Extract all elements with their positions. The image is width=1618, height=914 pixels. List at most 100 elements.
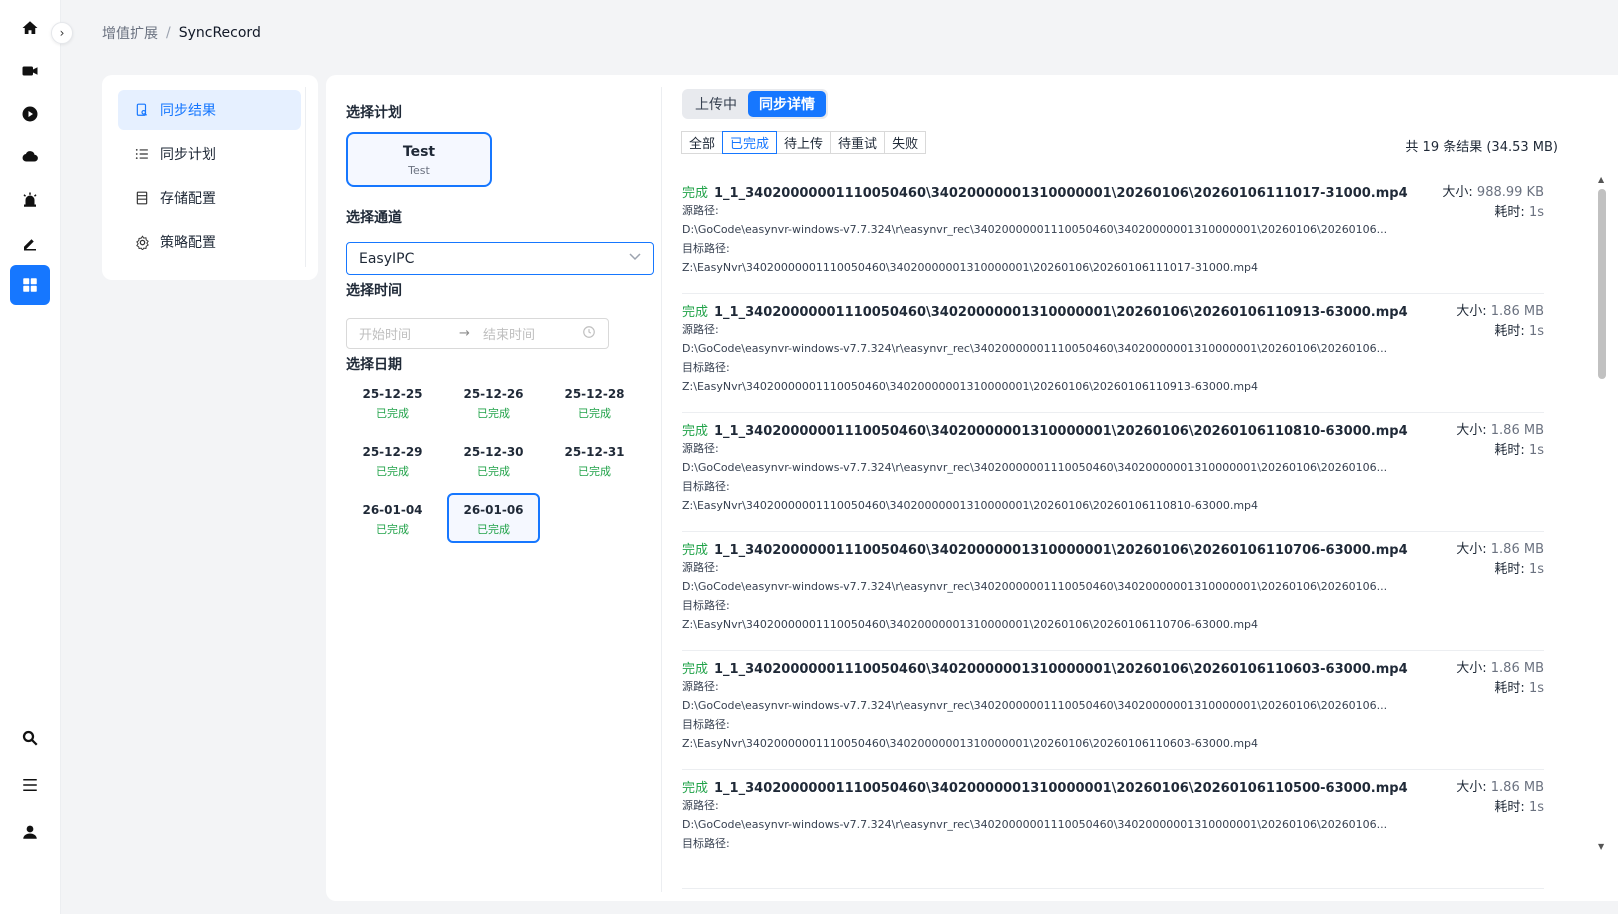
list-scrollbar[interactable]: ▲ ▼ [1598, 175, 1606, 851]
dst-path: Z:\EasyNvr\34020000001110050460\34020000… [682, 618, 1259, 631]
record-title: 完成 1_1_34020000001110050460\3402000000131… [682, 420, 1544, 439]
menu-item-label: 存储配置 [160, 191, 216, 207]
dst-path: Z:\EasyNvr\34020000001110050460\34020000… [682, 380, 1259, 393]
record-title: 完成 1_1_34020000001110050460\3402000000131… [682, 539, 1544, 558]
menu-item-policy-config[interactable]: 策略配置 [118, 222, 301, 262]
plan-card[interactable]: Test Test [346, 132, 492, 187]
dst-path: Z:\EasyNvr\34020000001110050460\34020000… [682, 261, 1259, 274]
filter-completed[interactable]: 已完成 [722, 131, 778, 154]
date-value: 25-12-25 [362, 387, 423, 401]
record-name: 1_1_34020000001110050460\340200000013100… [714, 662, 1408, 677]
list-item[interactable]: 完成 1_1_34020000001110050460\3402000000131… [682, 532, 1544, 651]
date-status: 已完成 [376, 523, 409, 536]
tab-sync-detail[interactable]: 同步详情 [748, 91, 826, 117]
record-size: 1.86 MB [1490, 423, 1544, 438]
video-icon[interactable] [10, 51, 50, 91]
cloud-icon[interactable] [10, 137, 50, 177]
src-label: 源路径: [682, 799, 719, 812]
record-size: 1.86 MB [1490, 542, 1544, 557]
dst-label: 目标路径: [682, 361, 730, 374]
plan-label: 选择计划 [346, 105, 402, 121]
filter-failed[interactable]: 失败 [884, 131, 927, 154]
date-cell[interactable]: 25-12-30 已完成 [447, 435, 540, 485]
breadcrumb-parent[interactable]: 增值扩展 [102, 23, 158, 43]
date-cell[interactable]: 25-12-29 已完成 [346, 435, 439, 485]
src-label: 源路径: [682, 204, 719, 217]
scrollbar-thumb[interactable] [1598, 189, 1606, 379]
src-path: D:\GoCode\easynvr-windows-v7.7.324\r\eas… [682, 461, 1388, 474]
duration-label: 耗时: [1494, 681, 1525, 696]
menu-divider [305, 87, 306, 267]
record-size: 988.99 KB [1476, 185, 1544, 200]
menu-item-label: 同步计划 [160, 147, 216, 163]
record-status: 完成 [682, 424, 709, 439]
user-icon[interactable] [10, 812, 50, 852]
breadcrumb: 增值扩展 / SyncRecord [102, 23, 261, 43]
filter-pending-upload[interactable]: 待上传 [776, 131, 832, 154]
duration-label: 耗时: [1494, 562, 1525, 577]
dst-path: Z:\EasyNvr\34020000001110050460\34020000… [682, 499, 1259, 512]
dst-label: 目标路径: [682, 242, 730, 255]
list-item[interactable]: 完成 1_1_34020000001110050460\3402000000131… [682, 413, 1544, 532]
time-start-input[interactable]: 开始时间 [359, 324, 459, 343]
alarm-icon[interactable] [10, 180, 50, 220]
menu-item-storage-config[interactable]: 存储配置 [118, 178, 301, 218]
icon-rail [0, 0, 61, 914]
sub-menu: 同步结果 同步计划 存储配置 策略配置 [102, 75, 318, 280]
size-label: 大小: [1456, 304, 1487, 319]
scroll-up-icon[interactable]: ▲ [1598, 175, 1604, 184]
record-title: 完成 1_1_34020000001110050460\3402000000131… [682, 301, 1544, 320]
date-cell[interactable]: 25-12-25 已完成 [346, 377, 439, 427]
src-path: D:\GoCode\easynvr-windows-v7.7.324\r\eas… [682, 223, 1388, 236]
channel-select[interactable]: EasyIPC [346, 242, 654, 275]
record-meta: 大小: 1.86 MB 耗时: 1s [1456, 778, 1544, 818]
result-total: 共 19 条结果 (34.53 MB) [1405, 140, 1558, 155]
date-cell[interactable]: 25-12-31 已完成 [548, 435, 641, 485]
time-end-input[interactable]: 结束时间 [483, 324, 582, 343]
date-cell[interactable]: 25-12-28 已完成 [548, 377, 641, 427]
filter-all[interactable]: 全部 [681, 131, 724, 154]
record-meta: 大小: 1.86 MB 耗时: 1s [1456, 302, 1544, 342]
expand-sidebar-button[interactable]: › [51, 22, 73, 44]
src-path: D:\GoCode\easynvr-windows-v7.7.324\r\eas… [682, 699, 1388, 712]
status-filter-group: 全部 已完成 待上传 待重试 失败 [681, 131, 927, 154]
list-item[interactable]: 完成 1_1_34020000001110050460\3402000000131… [682, 175, 1544, 294]
menu-item-sync-plan[interactable]: 同步计划 [118, 134, 301, 174]
duration-label: 耗时: [1494, 800, 1525, 815]
time-range-picker[interactable]: 开始时间 → 结束时间 [346, 318, 609, 349]
tab-uploading[interactable]: 上传中 [684, 91, 748, 117]
scroll-down-icon[interactable]: ▼ [1598, 842, 1604, 851]
apps-icon[interactable] [10, 265, 50, 305]
record-title: 完成 1_1_34020000001110050460\3402000000131… [682, 777, 1544, 796]
date-cell-selected[interactable]: 26-01-06 已完成 [447, 493, 540, 543]
date-status: 已完成 [578, 407, 611, 420]
record-meta: 大小: 1.86 MB 耗时: 1s [1456, 540, 1544, 580]
duration-label: 耗时: [1494, 443, 1525, 458]
menu-item-sync-result[interactable]: 同步结果 [118, 90, 301, 130]
src-label: 源路径: [682, 323, 719, 336]
date-cell[interactable]: 26-01-04 已完成 [346, 493, 439, 543]
dst-label: 目标路径: [682, 837, 730, 850]
channel-value: EasyIPC [359, 250, 415, 267]
record-duration: 1s [1528, 205, 1544, 220]
filter-pending-retry[interactable]: 待重试 [830, 131, 886, 154]
play-icon[interactable] [10, 94, 50, 134]
doc-search-icon [134, 102, 150, 118]
list-item[interactable]: 完成 1_1_34020000001110050460\3402000000131… [682, 294, 1544, 413]
list-item[interactable]: 完成 1_1_34020000001110050460\3402000000131… [682, 651, 1544, 770]
menu-icon[interactable] [10, 765, 50, 805]
record-meta: 大小: 988.99 KB 耗时: 1s [1442, 183, 1544, 223]
list-item[interactable]: 完成 1_1_34020000001110050460\3402000000131… [682, 770, 1544, 889]
home-icon[interactable] [10, 8, 50, 48]
duration-label: 耗时: [1494, 205, 1525, 220]
size-label: 大小: [1456, 780, 1487, 795]
edit-icon[interactable] [10, 223, 50, 263]
search-icon[interactable] [10, 718, 50, 758]
date-cell[interactable]: 25-12-26 已完成 [447, 377, 540, 427]
src-path: D:\GoCode\easynvr-windows-v7.7.324\r\eas… [682, 818, 1388, 831]
record-meta: 大小: 1.86 MB 耗时: 1s [1456, 421, 1544, 461]
date-status: 已完成 [477, 465, 510, 478]
storage-icon [134, 190, 150, 206]
record-name: 1_1_34020000001110050460\340200000013100… [714, 543, 1408, 558]
view-segmented-control: 上传中 同步详情 [682, 89, 828, 119]
